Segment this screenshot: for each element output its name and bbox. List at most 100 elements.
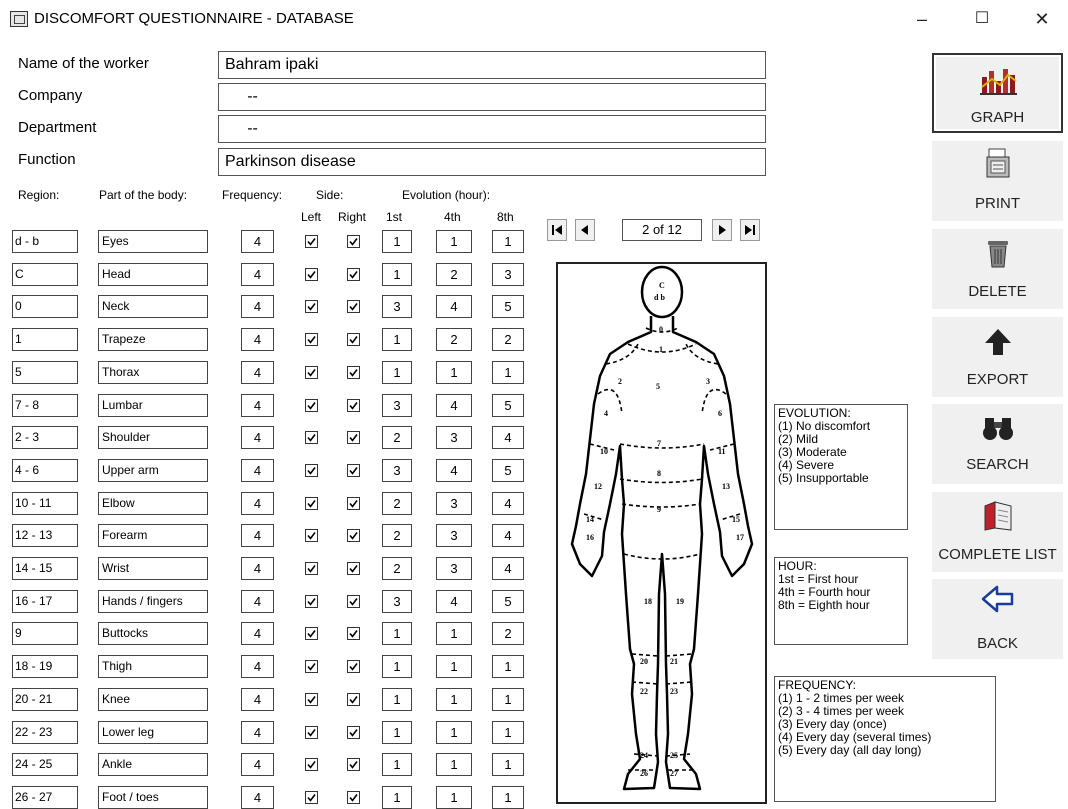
close-button[interactable]: ✕ (1024, 6, 1060, 32)
evolution-8th-hour-field[interactable]: 1 (492, 688, 524, 711)
region-field[interactable]: 26 - 27 (12, 786, 78, 809)
body-part-field[interactable]: Ankle (98, 753, 208, 776)
left-side-checkbox[interactable] (305, 562, 318, 575)
evolution-1st-hour-field[interactable]: 1 (382, 753, 412, 776)
body-part-field[interactable]: Elbow (98, 492, 208, 515)
body-part-field[interactable]: Hands / fingers (98, 590, 208, 613)
evolution-1st-hour-field[interactable]: 1 (382, 655, 412, 678)
evolution-1st-hour-field[interactable]: 3 (382, 394, 412, 417)
right-side-checkbox[interactable] (347, 627, 360, 640)
region-field[interactable]: 10 - 11 (12, 492, 78, 515)
region-field[interactable]: 18 - 19 (12, 655, 78, 678)
body-part-field[interactable]: Wrist (98, 557, 208, 580)
left-side-checkbox[interactable] (305, 464, 318, 477)
left-side-checkbox[interactable] (305, 529, 318, 542)
body-part-field[interactable]: Thigh (98, 655, 208, 678)
evolution-8th-hour-field[interactable]: 4 (492, 557, 524, 580)
evolution-1st-hour-field[interactable]: 1 (382, 230, 412, 253)
evolution-4th-hour-field[interactable]: 4 (436, 394, 472, 417)
evolution-4th-hour-field[interactable]: 3 (436, 557, 472, 580)
evolution-8th-hour-field[interactable]: 4 (492, 524, 524, 547)
evolution-1st-hour-field[interactable]: 3 (382, 459, 412, 482)
evolution-4th-hour-field[interactable]: 1 (436, 753, 472, 776)
evolution-4th-hour-field[interactable]: 1 (436, 622, 472, 645)
evolution-8th-hour-field[interactable]: 2 (492, 622, 524, 645)
left-side-checkbox[interactable] (305, 399, 318, 412)
left-side-checkbox[interactable] (305, 660, 318, 673)
region-field[interactable]: 14 - 15 (12, 557, 78, 580)
evolution-1st-hour-field[interactable]: 1 (382, 688, 412, 711)
evolution-1st-hour-field[interactable]: 1 (382, 721, 412, 744)
evolution-8th-hour-field[interactable]: 5 (492, 295, 524, 318)
left-side-checkbox[interactable] (305, 235, 318, 248)
last-record-button[interactable] (740, 219, 760, 241)
left-side-checkbox[interactable] (305, 300, 318, 313)
right-side-checkbox[interactable] (347, 562, 360, 575)
right-side-checkbox[interactable] (347, 660, 360, 673)
evolution-4th-hour-field[interactable]: 2 (436, 263, 472, 286)
region-field[interactable]: 2 - 3 (12, 426, 78, 449)
evolution-1st-hour-field[interactable]: 1 (382, 786, 412, 809)
frequency-field[interactable]: 4 (241, 786, 274, 809)
frequency-field[interactable]: 4 (241, 394, 274, 417)
frequency-field[interactable]: 4 (241, 230, 274, 253)
evolution-8th-hour-field[interactable]: 2 (492, 328, 524, 351)
right-side-checkbox[interactable] (347, 595, 360, 608)
left-side-checkbox[interactable] (305, 366, 318, 379)
frequency-field[interactable]: 4 (241, 753, 274, 776)
region-field[interactable]: 1 (12, 328, 78, 351)
search-button[interactable]: SEARCH (932, 404, 1063, 484)
evolution-8th-hour-field[interactable]: 3 (492, 263, 524, 286)
body-part-field[interactable]: Buttocks (98, 622, 208, 645)
left-side-checkbox[interactable] (305, 595, 318, 608)
graph-button[interactable]: GRAPH (932, 53, 1063, 133)
left-side-checkbox[interactable] (305, 726, 318, 739)
right-side-checkbox[interactable] (347, 300, 360, 313)
body-part-field[interactable]: Upper arm (98, 459, 208, 482)
evolution-4th-hour-field[interactable]: 3 (436, 524, 472, 547)
department-field[interactable]: -- (218, 115, 766, 143)
evolution-1st-hour-field[interactable]: 1 (382, 361, 412, 384)
evolution-8th-hour-field[interactable]: 4 (492, 426, 524, 449)
worker-name-field[interactable]: Bahram ipaki (218, 51, 766, 79)
evolution-4th-hour-field[interactable]: 1 (436, 230, 472, 253)
left-side-checkbox[interactable] (305, 268, 318, 281)
right-side-checkbox[interactable] (347, 529, 360, 542)
evolution-1st-hour-field[interactable]: 1 (382, 263, 412, 286)
body-part-field[interactable]: Knee (98, 688, 208, 711)
company-field[interactable]: -- (218, 83, 766, 111)
evolution-4th-hour-field[interactable]: 4 (436, 459, 472, 482)
region-field[interactable]: d - b (12, 230, 78, 253)
body-part-field[interactable]: Neck (98, 295, 208, 318)
first-record-button[interactable] (547, 219, 567, 241)
frequency-field[interactable]: 4 (241, 426, 274, 449)
right-side-checkbox[interactable] (347, 333, 360, 346)
body-part-field[interactable]: Thorax (98, 361, 208, 384)
evolution-1st-hour-field[interactable]: 2 (382, 492, 412, 515)
right-side-checkbox[interactable] (347, 399, 360, 412)
evolution-4th-hour-field[interactable]: 1 (436, 361, 472, 384)
frequency-field[interactable]: 4 (241, 361, 274, 384)
body-part-field[interactable]: Lower leg (98, 721, 208, 744)
evolution-1st-hour-field[interactable]: 1 (382, 328, 412, 351)
evolution-4th-hour-field[interactable]: 4 (436, 295, 472, 318)
right-side-checkbox[interactable] (347, 268, 360, 281)
right-side-checkbox[interactable] (347, 726, 360, 739)
body-part-field[interactable]: Lumbar (98, 394, 208, 417)
evolution-1st-hour-field[interactable]: 2 (382, 557, 412, 580)
right-side-checkbox[interactable] (347, 366, 360, 379)
frequency-field[interactable]: 4 (241, 492, 274, 515)
right-side-checkbox[interactable] (347, 464, 360, 477)
print-button[interactable]: PRINT (932, 141, 1063, 221)
left-side-checkbox[interactable] (305, 791, 318, 804)
body-part-field[interactable]: Shoulder (98, 426, 208, 449)
left-side-checkbox[interactable] (305, 627, 318, 640)
frequency-field[interactable]: 4 (241, 655, 274, 678)
frequency-field[interactable]: 4 (241, 328, 274, 351)
region-field[interactable]: 7 - 8 (12, 394, 78, 417)
evolution-4th-hour-field[interactable]: 3 (436, 492, 472, 515)
right-side-checkbox[interactable] (347, 693, 360, 706)
evolution-8th-hour-field[interactable]: 5 (492, 590, 524, 613)
frequency-field[interactable]: 4 (241, 524, 274, 547)
left-side-checkbox[interactable] (305, 431, 318, 444)
